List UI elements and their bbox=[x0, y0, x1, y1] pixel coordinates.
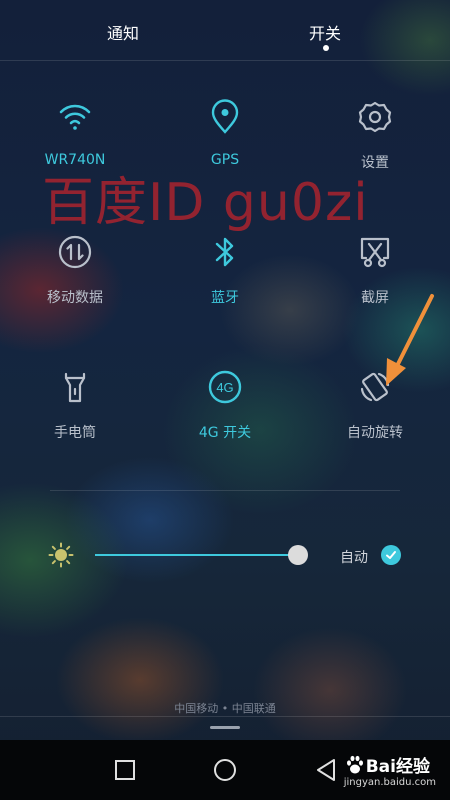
toggle-label: 自动旋转 bbox=[347, 425, 403, 441]
auto-brightness-label: 自动 bbox=[340, 550, 368, 566]
back-button[interactable] bbox=[314, 758, 338, 782]
active-tab-indicator bbox=[323, 45, 329, 51]
home-button[interactable] bbox=[213, 758, 237, 782]
screenshot-icon bbox=[355, 232, 395, 272]
recents-button[interactable] bbox=[113, 758, 137, 782]
circle-icon bbox=[214, 759, 236, 781]
baidu-jingyan-logo: Bai经验 jingyan.baidu.com bbox=[344, 752, 436, 788]
tab-toggles[interactable]: 开关 bbox=[309, 20, 341, 44]
paw-icon bbox=[346, 755, 363, 773]
toggle-4g[interactable]: 4G 4G 开关 bbox=[150, 367, 300, 477]
baidu-brand-text: Bai经验 bbox=[365, 757, 430, 777]
wifi-icon bbox=[55, 97, 95, 137]
square-icon bbox=[115, 760, 135, 780]
brightness-icon bbox=[48, 542, 74, 572]
4g-icon-text: 4G bbox=[216, 380, 233, 395]
tab-notifications[interactable]: 通知 bbox=[107, 20, 139, 44]
mobile-data-icon bbox=[55, 232, 95, 272]
gear-icon bbox=[355, 97, 395, 137]
toggle-mobile-data[interactable]: 移动数据 bbox=[0, 232, 150, 342]
bluetooth-icon bbox=[205, 232, 245, 272]
section-divider bbox=[50, 490, 400, 491]
baidu-url-text: jingyan.baidu.com bbox=[343, 777, 436, 788]
4g-icon: 4G bbox=[205, 367, 245, 407]
toggle-label: 手电筒 bbox=[54, 425, 96, 441]
toggle-label: 4G 开关 bbox=[198, 425, 252, 441]
location-icon bbox=[205, 97, 245, 137]
tab-bar: 通知 开关 bbox=[0, 0, 450, 60]
brightness-slider-track[interactable] bbox=[95, 554, 298, 556]
toggle-bluetooth[interactable]: 蓝牙 bbox=[150, 232, 300, 342]
baidu-id-watermark: 百度ID gu0zi bbox=[42, 173, 369, 233]
flashlight-icon bbox=[55, 367, 95, 407]
toggle-label: 移动数据 bbox=[47, 290, 103, 306]
triangle-back-icon bbox=[317, 759, 335, 781]
annotation-arrow bbox=[386, 294, 434, 386]
toggle-label: 蓝牙 bbox=[211, 290, 239, 306]
brightness-row: 自动 bbox=[0, 530, 450, 580]
drag-handle[interactable] bbox=[210, 726, 240, 729]
carrier-text: 中国移动 • 中国联通 bbox=[174, 702, 276, 715]
toggle-flashlight[interactable]: 手电筒 bbox=[0, 367, 150, 477]
brightness-slider-thumb[interactable] bbox=[287, 545, 308, 565]
footer-divider bbox=[0, 716, 450, 717]
auto-brightness-checkbox[interactable] bbox=[381, 545, 401, 565]
header-divider bbox=[0, 60, 450, 61]
checkmark-icon bbox=[386, 551, 396, 559]
